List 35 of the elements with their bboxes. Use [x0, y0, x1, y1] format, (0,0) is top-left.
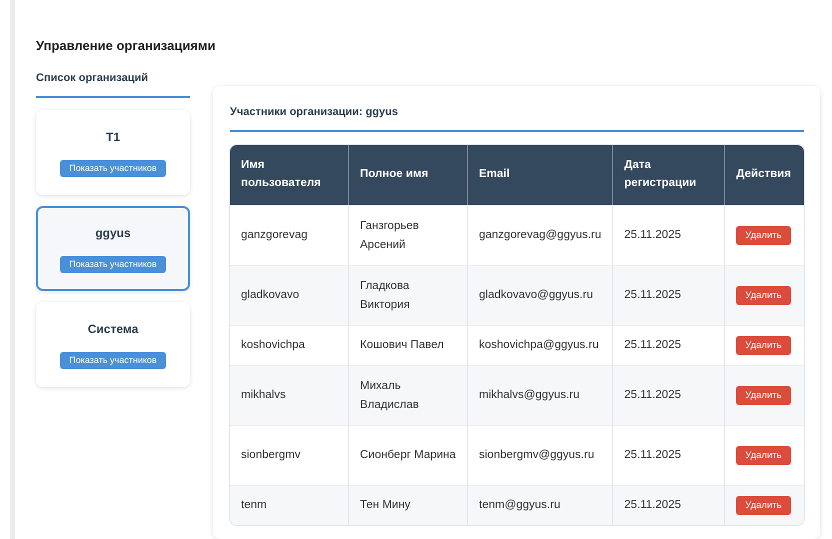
- table-cell: mikhalvs@ggyus.ru: [468, 365, 614, 425]
- page-title: Управление организациями: [36, 37, 217, 55]
- table-cell: mikhalvs: [230, 365, 349, 425]
- delete-button[interactable]: Удалить: [736, 226, 791, 246]
- table-cell: tenm@ggyus.ru: [468, 485, 614, 525]
- table-cell: 25.11.2025: [613, 485, 726, 525]
- show-members-button[interactable]: Показать участников: [60, 256, 166, 274]
- organization-name: ggyus: [95, 224, 131, 242]
- delete-button[interactable]: Удалить: [736, 286, 791, 306]
- show-members-button[interactable]: Показать участников: [60, 160, 166, 178]
- column-header: Действия: [725, 145, 804, 205]
- delete-button[interactable]: Удалить: [736, 496, 791, 516]
- delete-button[interactable]: Удалить: [736, 386, 791, 406]
- show-members-button[interactable]: Показать участников: [60, 352, 166, 370]
- table-cell: Тен Мину: [349, 485, 468, 525]
- table-cell: Михаль Владислав: [349, 365, 468, 425]
- delete-button[interactable]: Удалить: [736, 336, 791, 356]
- column-header: Полное имя: [349, 145, 468, 205]
- column-header: Email: [468, 145, 614, 205]
- column-header: Имя пользователя: [230, 145, 349, 205]
- organization-card[interactable]: Система Показать участников: [36, 302, 190, 387]
- organization-card[interactable]: ggyus Показать участников: [36, 206, 190, 291]
- sidebar-title: Список организаций: [36, 70, 190, 98]
- table-cell: gladkovavo@ggyus.ru: [468, 265, 614, 325]
- panel-title: Участники организации: ggyus: [230, 104, 804, 132]
- table-cell: gladkovavo: [230, 265, 349, 325]
- organization-card[interactable]: T1 Показать участников: [36, 110, 190, 195]
- table-cell: 25.11.2025: [613, 265, 726, 325]
- table-cell: 25.11.2025: [613, 365, 726, 425]
- organization-name: Система: [88, 320, 138, 338]
- table-cell: tenm: [230, 485, 349, 525]
- organization-name: T1: [106, 128, 120, 146]
- table-cell: Гладкова Виктория: [349, 265, 468, 325]
- column-header: Дата регистрации: [613, 145, 726, 205]
- delete-button[interactable]: Удалить: [736, 446, 791, 466]
